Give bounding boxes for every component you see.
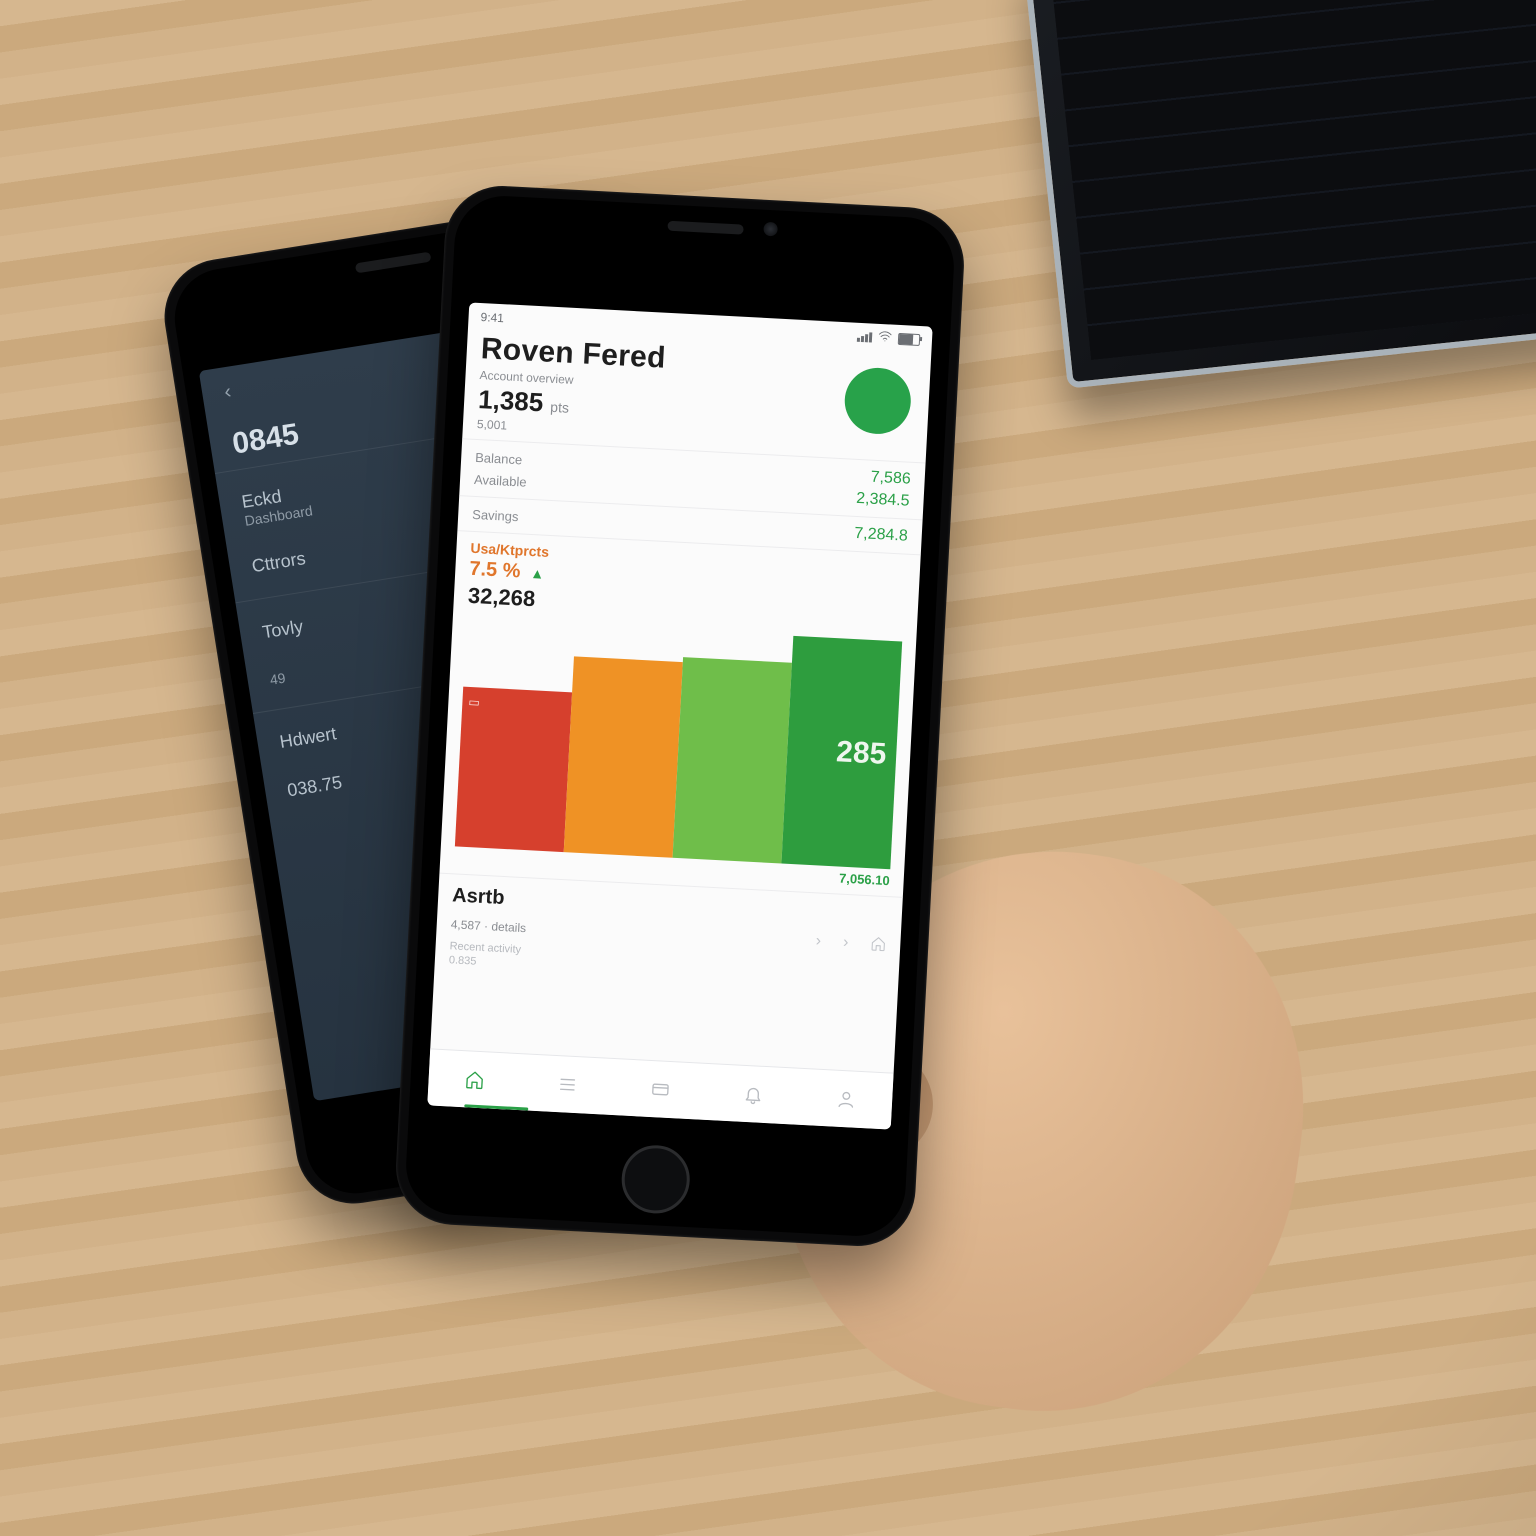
tab-alerts[interactable] bbox=[743, 1084, 764, 1105]
tab-card[interactable] bbox=[650, 1079, 671, 1100]
list-icon bbox=[557, 1074, 578, 1095]
signal-icon bbox=[857, 331, 873, 342]
tab-profile[interactable] bbox=[835, 1089, 856, 1110]
secondary-item-label: Cttrors bbox=[250, 548, 307, 577]
card-icon bbox=[650, 1079, 671, 1100]
section-sub: 4,587 · details bbox=[450, 917, 526, 935]
stat-label: Balance bbox=[475, 449, 523, 466]
accent-pct: 7.5 % bbox=[469, 558, 521, 584]
bar-3[interactable] bbox=[673, 657, 792, 863]
accent-secondary: ▲ bbox=[530, 565, 545, 582]
chevron-right-icon[interactable]: › bbox=[842, 934, 848, 955]
bar-chart[interactable]: ▭ 285 bbox=[455, 619, 902, 870]
tab-home[interactable] bbox=[465, 1069, 486, 1090]
secondary-item-label: Hdwert bbox=[278, 723, 338, 753]
phone-primary: 9:41 Roven Fered Account overview 1,385 … bbox=[393, 183, 967, 1249]
laptop-background bbox=[1023, 0, 1536, 389]
chevron-right-icon[interactable]: › bbox=[815, 932, 821, 953]
scene-desk: ‹ 0845 Eckd Dashboard Cttrors Tovly ˆ 49 bbox=[0, 0, 1536, 1536]
bar-2[interactable] bbox=[564, 656, 683, 858]
wifi-icon bbox=[878, 330, 893, 346]
chart-callout: 285 bbox=[835, 735, 887, 772]
bar-1[interactable]: ▭ bbox=[455, 687, 572, 852]
bell-icon bbox=[743, 1084, 764, 1105]
user-icon bbox=[835, 1089, 856, 1110]
stat-row[interactable]: Savings 7,284.8 bbox=[472, 505, 908, 546]
home-icon bbox=[465, 1069, 486, 1090]
stat-value: 2,384.5 bbox=[856, 490, 910, 511]
bar-4[interactable]: 285 bbox=[781, 636, 902, 869]
stat-label: Savings bbox=[472, 506, 519, 523]
tab-list[interactable] bbox=[557, 1074, 578, 1095]
secondary-item-label: Tovly bbox=[261, 616, 305, 643]
chart-legend-left bbox=[454, 850, 455, 865]
chart-legend-right: 7,056.10 bbox=[839, 871, 890, 889]
phone-primary-screen[interactable]: 9:41 Roven Fered Account overview 1,385 … bbox=[427, 302, 932, 1129]
status-time: 9:41 bbox=[480, 310, 504, 325]
secondary-item-label: 038.75 bbox=[286, 772, 344, 801]
stat-value: 7,586 bbox=[870, 469, 911, 489]
home-outline-icon[interactable] bbox=[870, 935, 887, 957]
back-icon[interactable]: ‹ bbox=[223, 381, 233, 405]
stat-label: Available bbox=[474, 471, 527, 489]
battery-icon bbox=[898, 332, 921, 345]
stat-value: 7,284.8 bbox=[854, 525, 908, 546]
